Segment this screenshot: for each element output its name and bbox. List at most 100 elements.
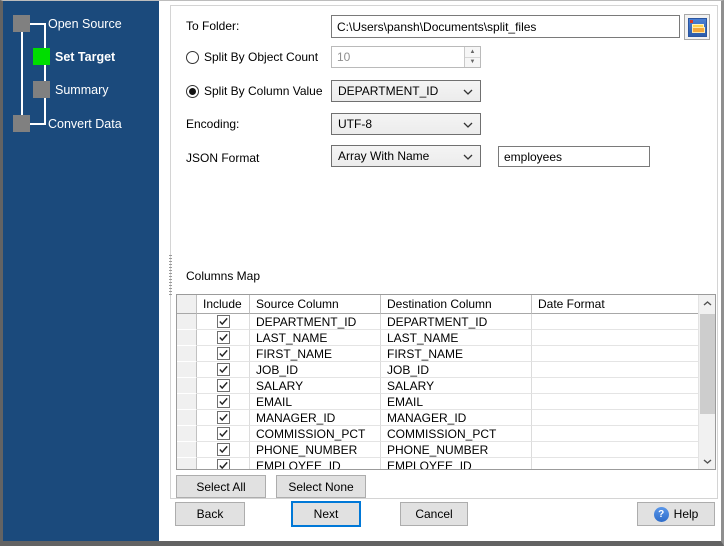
date-format-cell [532, 362, 700, 378]
sidebar-step-open-source: Open Source [48, 17, 122, 31]
json-format-dropdown[interactable]: Array With Name [331, 145, 481, 167]
destination-column-cell: DEPARTMENT_ID [381, 314, 532, 330]
include-checkbox[interactable] [216, 427, 230, 440]
sidebar-step-convert-data: Convert Data [48, 117, 122, 131]
split-by-object-count-label[interactable]: Split By Object Count [204, 50, 318, 64]
help-button[interactable]: ? Help [637, 502, 715, 526]
wizard-steps-sidebar: Open Source Set Target Summary Convert D… [3, 1, 159, 541]
split-by-column-value-label[interactable]: Split By Column Value [204, 84, 323, 98]
include-cell [197, 346, 250, 362]
row-selector-cell[interactable] [177, 378, 197, 394]
include-checkbox[interactable] [216, 347, 230, 360]
encoding-value: UTF-8 [338, 117, 372, 131]
include-checkbox[interactable] [216, 459, 230, 469]
object-count-value[interactable]: 10 [332, 47, 464, 67]
set-target-panel: To Folder: Split By Object Count 10 ▲ ▼ … [169, 5, 718, 499]
date-format-cell [532, 378, 700, 394]
include-cell [197, 378, 250, 394]
splitter-handle[interactable] [169, 255, 172, 295]
include-checkbox[interactable] [216, 315, 230, 328]
table-row[interactable]: SALARY SALARY [177, 378, 700, 394]
date-format-cell [532, 394, 700, 410]
split-by-column-value-radio[interactable] [186, 85, 199, 98]
table-scrollbar[interactable] [698, 295, 715, 469]
include-header: Include [197, 295, 250, 314]
json-root-name-input[interactable] [498, 146, 650, 167]
include-cell [197, 314, 250, 330]
row-selector-cell[interactable] [177, 314, 197, 330]
chevron-down-icon [463, 117, 473, 131]
split-column-dropdown[interactable]: DEPARTMENT_ID [331, 80, 481, 102]
encoding-dropdown[interactable]: UTF-8 [331, 113, 481, 135]
row-selector-cell[interactable] [177, 410, 197, 426]
source-column-cell: SALARY [250, 378, 381, 394]
step-connector-line [21, 24, 23, 125]
table-row[interactable]: EMAIL EMAIL [177, 394, 700, 410]
spinner-up-icon[interactable]: ▲ [465, 47, 480, 58]
cancel-button[interactable]: Cancel [400, 502, 468, 526]
step-marker-summary [33, 81, 50, 98]
step-marker-set-target [33, 48, 50, 65]
destination-column-cell: LAST_NAME [381, 330, 532, 346]
destination-column-cell: COMMISSION_PCT [381, 426, 532, 442]
include-checkbox[interactable] [216, 331, 230, 344]
destination-column-cell: MANAGER_ID [381, 410, 532, 426]
browse-folder-button[interactable] [684, 14, 710, 40]
row-selector-cell[interactable] [177, 426, 197, 442]
table-row[interactable]: EMPLOYEE_ID EMPLOYEE_ID [177, 458, 700, 469]
include-cell [197, 410, 250, 426]
include-checkbox[interactable] [216, 395, 230, 408]
destination-column-cell: EMAIL [381, 394, 532, 410]
row-selector-cell[interactable] [177, 394, 197, 410]
include-cell [197, 394, 250, 410]
scroll-up-icon[interactable] [699, 295, 715, 311]
sidebar-step-summary: Summary [55, 83, 109, 97]
table-row[interactable]: MANAGER_ID MANAGER_ID [177, 410, 700, 426]
row-selector-cell[interactable] [177, 442, 197, 458]
include-checkbox[interactable] [216, 411, 230, 424]
json-format-value: Array With Name [338, 149, 430, 163]
table-row[interactable]: PHONE_NUMBER PHONE_NUMBER [177, 442, 700, 458]
columns-map-table: Include Source Column Destination Column… [176, 294, 716, 470]
date-format-cell [532, 410, 700, 426]
table-row[interactable]: JOB_ID JOB_ID [177, 362, 700, 378]
date-format-cell [532, 346, 700, 362]
object-count-spinner: 10 ▲ ▼ [331, 46, 481, 68]
select-none-button[interactable]: Select None [276, 475, 366, 498]
source-column-cell: PHONE_NUMBER [250, 442, 381, 458]
table-row[interactable]: LAST_NAME LAST_NAME [177, 330, 700, 346]
next-button[interactable]: Next [291, 501, 361, 527]
scroll-down-icon[interactable] [699, 453, 715, 469]
step-marker-open-source [13, 15, 30, 32]
split-by-object-count-radio[interactable] [186, 51, 199, 64]
table-row[interactable]: DEPARTMENT_ID DEPARTMENT_ID [177, 314, 700, 330]
row-selector-cell[interactable] [177, 362, 197, 378]
help-button-label: Help [673, 507, 699, 521]
select-all-button[interactable]: Select All [176, 475, 266, 498]
sidebar-step-set-target: Set Target [55, 50, 116, 64]
row-selector-cell[interactable] [177, 346, 197, 362]
include-checkbox[interactable] [216, 363, 230, 376]
row-selector-cell[interactable] [177, 458, 197, 469]
chevron-down-icon [463, 84, 473, 98]
table-row[interactable]: COMMISSION_PCT COMMISSION_PCT [177, 426, 700, 442]
source-column-cell: JOB_ID [250, 362, 381, 378]
columns-map-title: Columns Map [186, 269, 261, 283]
destination-column-cell: JOB_ID [381, 362, 532, 378]
folder-icon [687, 17, 707, 37]
include-checkbox[interactable] [216, 443, 230, 456]
spinner-down-icon[interactable]: ▼ [465, 57, 480, 67]
date-format-cell [532, 458, 700, 469]
back-button[interactable]: Back [175, 502, 245, 526]
row-selector-cell[interactable] [177, 330, 197, 346]
scrollbar-thumb[interactable] [700, 314, 715, 414]
include-checkbox[interactable] [216, 379, 230, 392]
json-format-label: JSON Format [186, 151, 260, 165]
destination-column-header: Destination Column [381, 295, 532, 314]
encoding-label: Encoding: [186, 117, 240, 131]
to-folder-input[interactable] [331, 15, 680, 38]
source-column-cell: LAST_NAME [250, 330, 381, 346]
include-cell [197, 362, 250, 378]
table-row[interactable]: FIRST_NAME FIRST_NAME [177, 346, 700, 362]
destination-column-cell: EMPLOYEE_ID [381, 458, 532, 469]
